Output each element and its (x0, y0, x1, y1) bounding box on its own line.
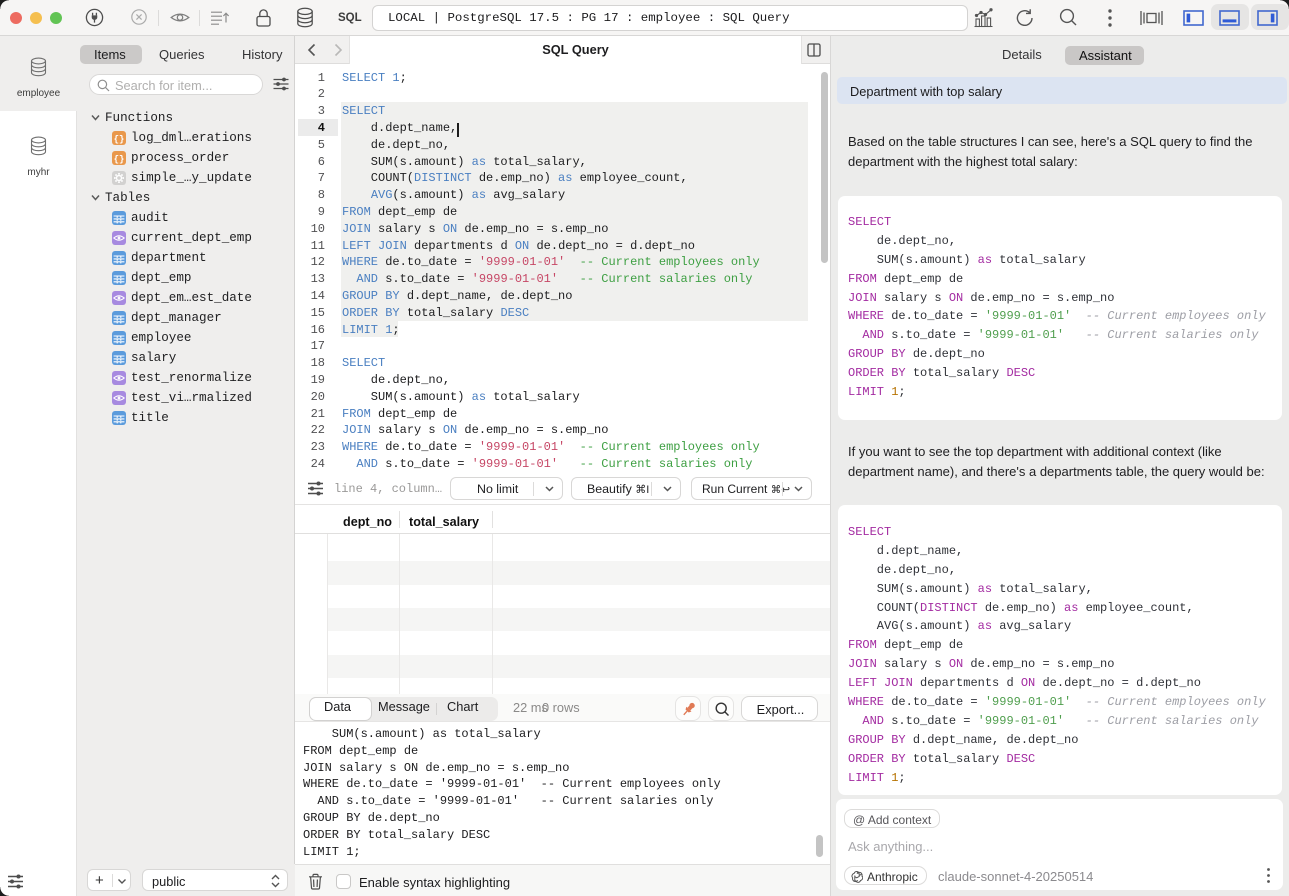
svg-text:{}: {} (114, 135, 125, 145)
svg-text:{}: {} (114, 155, 125, 165)
